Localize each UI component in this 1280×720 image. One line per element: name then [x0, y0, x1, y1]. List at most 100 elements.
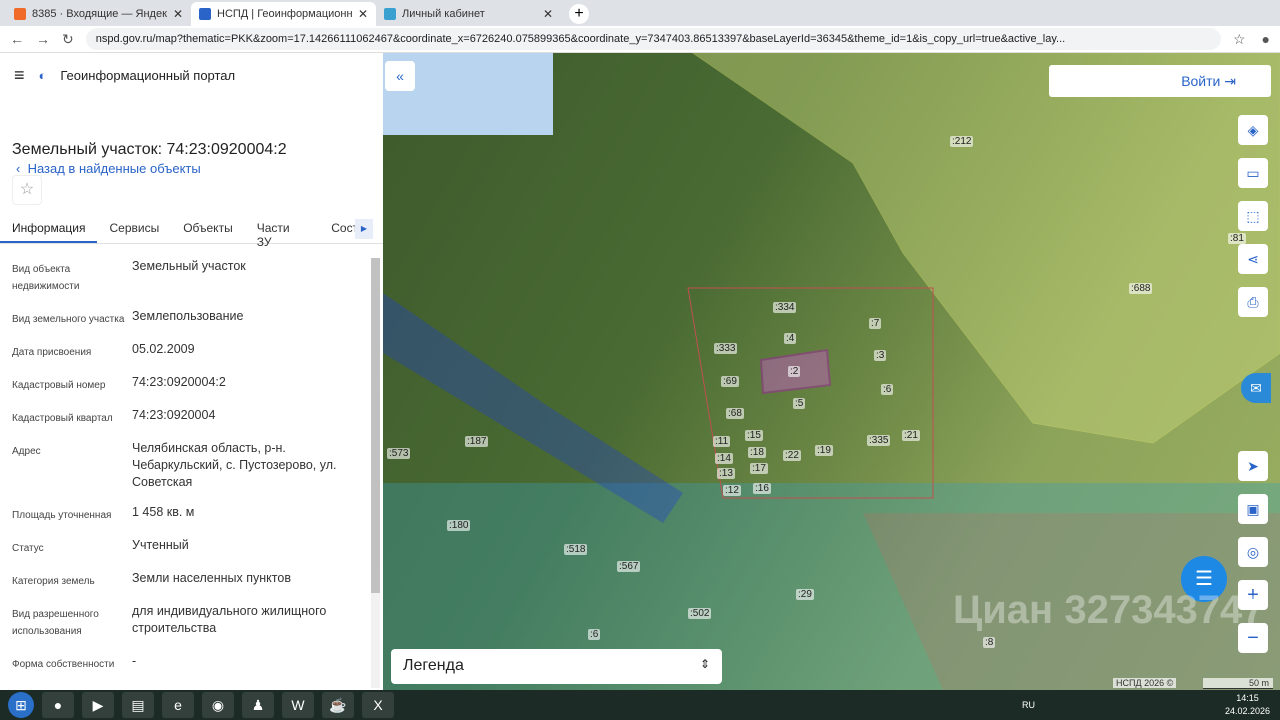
parcel-label[interactable]: :21: [902, 430, 920, 441]
info-table: Вид объекта недвижимости Земельный участо…: [12, 258, 364, 686]
info-row: Вид разрешенного использования для индиви…: [12, 603, 364, 640]
parcel-label[interactable]: :518: [564, 544, 588, 555]
info-row: Вид земельного участка Землепользование: [12, 308, 364, 328]
parcel-label[interactable]: :333: [714, 343, 738, 354]
parcel-label[interactable]: :2: [788, 366, 801, 377]
parcel-label[interactable]: :81: [1228, 233, 1246, 244]
clock[interactable]: 14:15 24.02.2026: [1225, 692, 1270, 718]
login-icon: ⇥: [1224, 73, 1236, 89]
info-value: Земельный участок: [132, 259, 246, 273]
parcel-label[interactable]: :14: [715, 453, 733, 464]
parcel-label[interactable]: :502: [688, 608, 712, 619]
word-icon[interactable]: W: [282, 692, 314, 718]
parcel-label[interactable]: :4: [784, 333, 797, 344]
back-link[interactable]: ‹ Назад в найденные объекты: [16, 161, 201, 176]
reload-icon[interactable]: ↻: [62, 31, 74, 48]
parcel-label[interactable]: :22: [783, 450, 801, 461]
ie-icon[interactable]: e: [162, 692, 194, 718]
parcel-label[interactable]: :69: [721, 376, 739, 387]
tab-composition[interactable]: Состав: [319, 216, 383, 243]
language-indicator[interactable]: RU: [1022, 700, 1035, 710]
excel-icon[interactable]: X: [362, 692, 394, 718]
close-icon[interactable]: ✕: [173, 7, 183, 21]
favorite-star-button[interactable]: ☆: [12, 175, 42, 205]
menu-icon[interactable]: ≡: [14, 65, 25, 86]
parcel-label[interactable]: :12: [723, 485, 741, 496]
star-icon[interactable]: ☆: [1233, 31, 1246, 48]
parcel-label[interactable]: :212: [950, 136, 974, 147]
alice-icon[interactable]: ●: [42, 692, 74, 718]
info-key: Категория земель: [12, 576, 95, 587]
media-icon[interactable]: ▶: [82, 692, 114, 718]
map[interactable]: :212 :688 :81 :334 :4 :7 :333 :3 :2 :69 :6 :5 :68 :33…: [383, 53, 1280, 690]
parcel-label[interactable]: :15: [745, 430, 763, 441]
parcel-label[interactable]: :3: [874, 350, 887, 361]
info-row: Площадь уточненная 1 458 кв. м: [12, 504, 364, 524]
info-value: 74:23:0920004: [132, 408, 216, 422]
tab-nspd[interactable]: НСПД | Геоинформационный п ✕: [191, 2, 376, 26]
parcel-label[interactable]: :335: [867, 435, 891, 446]
tab-objects[interactable]: Объекты: [171, 216, 245, 243]
legend-select[interactable]: Легенда ⇕: [391, 649, 722, 684]
parcel-label[interactable]: :11: [713, 436, 731, 447]
parcel-label[interactable]: :573: [387, 448, 411, 459]
start-button[interactable]: ⊞: [8, 692, 34, 718]
minimap-icon[interactable]: ▣: [1238, 494, 1268, 524]
parcel-label[interactable]: :334: [773, 302, 797, 313]
parcel-label[interactable]: :6: [588, 629, 601, 640]
forward-icon[interactable]: →: [36, 31, 50, 47]
geo-search-icon[interactable]: ◎: [1238, 537, 1268, 567]
parcel-label[interactable]: :68: [726, 408, 744, 419]
parcel-label[interactable]: :18: [748, 447, 766, 458]
layers-icon[interactable]: ◈: [1238, 115, 1268, 145]
tab-mail[interactable]: 8385 · Входящие — Яндекс Поч ✕: [6, 2, 191, 26]
chevron-updown-icon: ⇕: [699, 657, 710, 671]
java-icon[interactable]: ☕: [322, 692, 354, 718]
parcel-label[interactable]: :19: [815, 445, 833, 456]
info-value: 1 458 кв. м: [132, 505, 195, 519]
print-icon[interactable]: ⎙: [1238, 287, 1268, 317]
parcel-label[interactable]: :13: [717, 468, 735, 479]
parcel-label[interactable]: :5: [793, 398, 806, 409]
tab-services[interactable]: Сервисы: [97, 216, 171, 243]
url-input[interactable]: nspd.gov.ru/map?thematic=PKK&zoom=17.142…: [85, 28, 1221, 50]
login-button[interactable]: Войти ⇥: [1049, 65, 1271, 97]
tab-parts[interactable]: Части ЗУ: [245, 216, 320, 249]
parcel-label[interactable]: :29: [796, 589, 814, 600]
close-icon[interactable]: ✕: [358, 7, 368, 21]
ruler-icon[interactable]: ▭: [1238, 158, 1268, 188]
new-tab-button[interactable]: +: [569, 4, 589, 24]
chevron-left-icon: ‹: [16, 161, 28, 176]
app-icon[interactable]: ♟: [242, 692, 274, 718]
select-area-icon[interactable]: ⬚: [1238, 201, 1268, 231]
scrollbar[interactable]: [371, 258, 380, 688]
locate-icon[interactable]: ➤: [1238, 451, 1268, 481]
parcel-label[interactable]: :180: [447, 520, 471, 531]
info-value: для индивидуального жилищного строительс…: [132, 604, 327, 635]
parcel-label[interactable]: :567: [617, 561, 641, 572]
tab-label: 8385 · Входящие — Яндекс Поч: [32, 8, 167, 20]
parcel-label[interactable]: :7: [869, 318, 882, 329]
folder-icon[interactable]: ▤: [122, 692, 154, 718]
tab-info[interactable]: Информация: [0, 216, 98, 243]
back-icon[interactable]: ←: [10, 31, 24, 47]
info-key: Адрес: [12, 446, 41, 457]
parcel-label[interactable]: :17: [750, 463, 768, 474]
info-row: Кадастровый номер 74:23:0920004:2: [12, 374, 364, 394]
parcel-label[interactable]: :8: [983, 637, 996, 648]
chat-widget-icon[interactable]: ✉: [1241, 373, 1271, 403]
tab-cabinet[interactable]: Личный кабинет ✕: [376, 2, 561, 26]
profile-icon[interactable]: ●: [1262, 31, 1270, 47]
info-row: Форма собственности -: [12, 653, 364, 673]
info-row: Вид объекта недвижимости Земельный участо…: [12, 258, 364, 295]
parcel-label[interactable]: :688: [1129, 283, 1153, 294]
close-icon[interactable]: ✕: [543, 7, 553, 21]
chrome-icon[interactable]: ◉: [202, 692, 234, 718]
tab-label: Личный кабинет: [402, 8, 485, 20]
parcel-label[interactable]: :16: [753, 483, 771, 494]
parcel-label[interactable]: :6: [881, 384, 894, 395]
share-icon[interactable]: ⋖: [1238, 244, 1268, 274]
parcel-label[interactable]: :187: [465, 436, 489, 447]
tabs-scroll-right-button[interactable]: ▶: [355, 219, 373, 239]
collapse-panel-button[interactable]: «: [385, 61, 415, 91]
